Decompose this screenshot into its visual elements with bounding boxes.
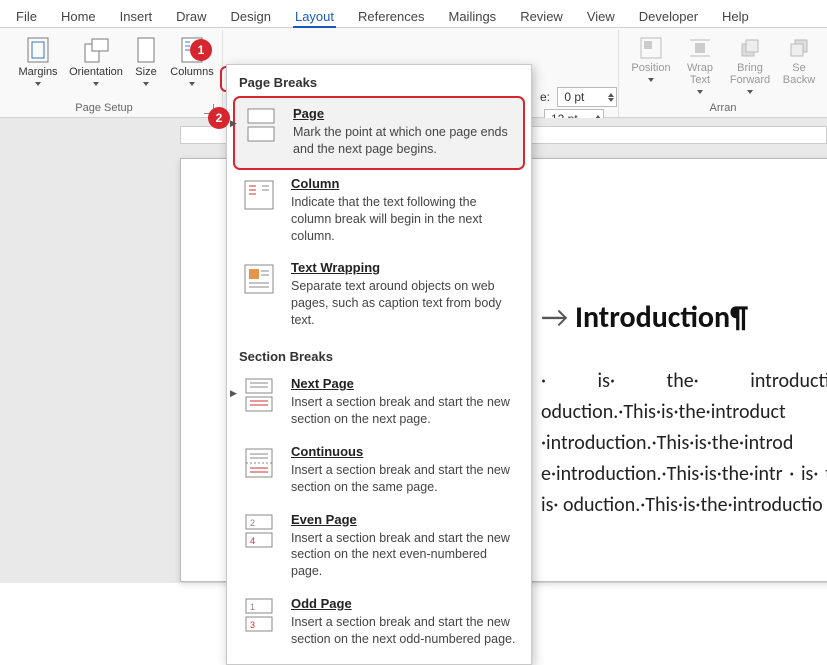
submenu-arrow-icon: ▶ xyxy=(230,388,237,399)
chevron-down-icon xyxy=(648,78,654,82)
send-backward-icon xyxy=(787,36,811,60)
menu-item-page-title: Page xyxy=(293,106,517,121)
spacing-before-input[interactable]: 0 pt xyxy=(557,87,617,107)
tab-help[interactable]: Help xyxy=(710,6,761,27)
size-icon xyxy=(136,36,156,64)
bring-forward-icon xyxy=(738,36,762,60)
menu-item-even-title: Even Page xyxy=(291,512,519,527)
svg-text:2: 2 xyxy=(250,518,255,528)
tab-developer[interactable]: Developer xyxy=(627,6,710,27)
group-label-arrange: Arran xyxy=(627,102,819,117)
columns-button[interactable]: Columns xyxy=(168,32,216,90)
group-page-setup: Margins Orientation Size Columns Page Se… xyxy=(4,30,223,117)
tab-references[interactable]: References xyxy=(346,6,436,27)
size-label: Size xyxy=(135,66,156,78)
tab-draw[interactable]: Draw xyxy=(164,6,218,27)
position-label: Position xyxy=(631,62,670,74)
menu-item-odd-page[interactable]: 13 Odd Page Insert a section break and s… xyxy=(227,590,531,658)
wrap-text-label: Wrap Text xyxy=(681,62,719,86)
position-button[interactable]: Position xyxy=(627,32,675,102)
breaks-menu: Page Breaks ▶ Page Mark the point at whi… xyxy=(226,64,532,665)
heading-collapse-icon[interactable]: → xyxy=(541,299,568,336)
menu-item-next-title: Next Page xyxy=(291,376,519,391)
menu-item-even-desc: Insert a section break and start the new… xyxy=(291,530,519,581)
menu-item-text-wrapping[interactable]: Text Wrapping Separate text around objec… xyxy=(227,254,531,339)
tab-file[interactable]: File xyxy=(4,6,49,27)
menu-item-next-page[interactable]: ▶ Next Page Insert a section break and s… xyxy=(227,370,531,438)
tab-design[interactable]: Design xyxy=(219,6,283,27)
svg-text:4: 4 xyxy=(250,536,255,546)
chevron-down-icon xyxy=(189,82,195,86)
menu-item-even-page[interactable]: 24 Even Page Insert a section break and … xyxy=(227,506,531,591)
spin-up-icon[interactable] xyxy=(608,93,614,97)
menu-item-continuous[interactable]: Continuous Insert a section break and st… xyxy=(227,438,531,506)
chevron-down-icon xyxy=(93,82,99,86)
bring-forward-button[interactable]: Bring Forward xyxy=(725,32,775,102)
menu-item-page-desc: Mark the point at which one page ends an… xyxy=(293,124,517,158)
menu-item-odd-desc: Insert a section break and start the new… xyxy=(291,614,519,648)
chevron-down-icon xyxy=(747,90,753,94)
bring-forward-label: Bring Forward xyxy=(727,62,773,86)
spacing-before-label: e: xyxy=(540,90,550,104)
continuous-icon xyxy=(241,444,277,496)
tab-insert[interactable]: Insert xyxy=(108,6,165,27)
annotation-marker-2: 2 xyxy=(208,107,230,129)
menu-item-odd-title: Odd Page xyxy=(291,596,519,611)
menu-item-page[interactable]: ▶ Page Mark the point at which one page … xyxy=(233,96,525,170)
group-arrange: Position Wrap Text Bring Forward Se Back… xyxy=(618,30,827,117)
menu-item-column-title: Column xyxy=(291,176,519,191)
tab-layout[interactable]: Layout xyxy=(283,6,346,27)
submenu-arrow-icon: ▶ xyxy=(230,118,237,129)
menu-item-cont-desc: Insert a section break and start the new… xyxy=(291,462,519,496)
menu-item-column[interactable]: Column Indicate that the text following … xyxy=(227,170,531,255)
menu-item-cont-title: Continuous xyxy=(291,444,519,459)
menu-item-column-desc: Indicate that the text following the col… xyxy=(291,194,519,245)
send-backward-label: Se Backw xyxy=(781,62,817,86)
spacing-before-value: 0 pt xyxy=(564,86,584,108)
even-page-icon: 24 xyxy=(241,512,277,581)
tab-review[interactable]: Review xyxy=(508,6,575,27)
menu-section-page-breaks: Page Breaks xyxy=(227,65,531,96)
svg-text:3: 3 xyxy=(250,620,255,630)
size-button[interactable]: Size xyxy=(126,32,166,90)
annotation-marker-1: 1 xyxy=(190,39,212,61)
page-break-icon xyxy=(243,106,279,158)
orientation-label: Orientation xyxy=(69,66,123,78)
menu-item-wrap-title: Text Wrapping xyxy=(291,260,519,275)
wrap-text-icon xyxy=(688,36,712,60)
chevron-down-icon xyxy=(143,82,149,86)
heading-introduction: → Introduction¶ xyxy=(541,299,827,336)
group-label-page-setup: Page Setup xyxy=(10,102,216,117)
text-wrapping-icon xyxy=(241,260,277,329)
menu-section-section-breaks: Section Breaks xyxy=(227,339,531,370)
chevron-down-icon xyxy=(697,90,703,94)
svg-text:1: 1 xyxy=(250,602,255,612)
tab-home[interactable]: Home xyxy=(49,6,108,27)
wrap-text-button[interactable]: Wrap Text xyxy=(679,32,721,102)
margins-label: Margins xyxy=(18,66,57,78)
ribbon-tabs: File Home Insert Draw Design Layout Refe… xyxy=(0,0,827,28)
orientation-button[interactable]: Orientation xyxy=(68,32,124,90)
send-backward-button[interactable]: Se Backw xyxy=(779,32,819,102)
column-break-icon xyxy=(241,176,277,245)
menu-item-wrap-desc: Separate text around objects on web page… xyxy=(291,278,519,329)
body-text: · is· the· introduction.· This· is· oduc… xyxy=(541,366,827,521)
tab-mailings[interactable]: Mailings xyxy=(437,6,509,27)
next-page-icon xyxy=(241,376,277,428)
tab-view[interactable]: View xyxy=(575,6,627,27)
chevron-down-icon xyxy=(35,82,41,86)
spin-down-icon[interactable] xyxy=(608,98,614,102)
columns-label: Columns xyxy=(170,66,213,78)
margins-icon xyxy=(26,36,50,64)
odd-page-icon: 13 xyxy=(241,596,277,648)
margins-button[interactable]: Margins xyxy=(10,32,66,90)
orientation-icon xyxy=(82,36,110,64)
menu-item-next-desc: Insert a section break and start the new… xyxy=(291,394,519,428)
position-icon xyxy=(639,36,663,60)
